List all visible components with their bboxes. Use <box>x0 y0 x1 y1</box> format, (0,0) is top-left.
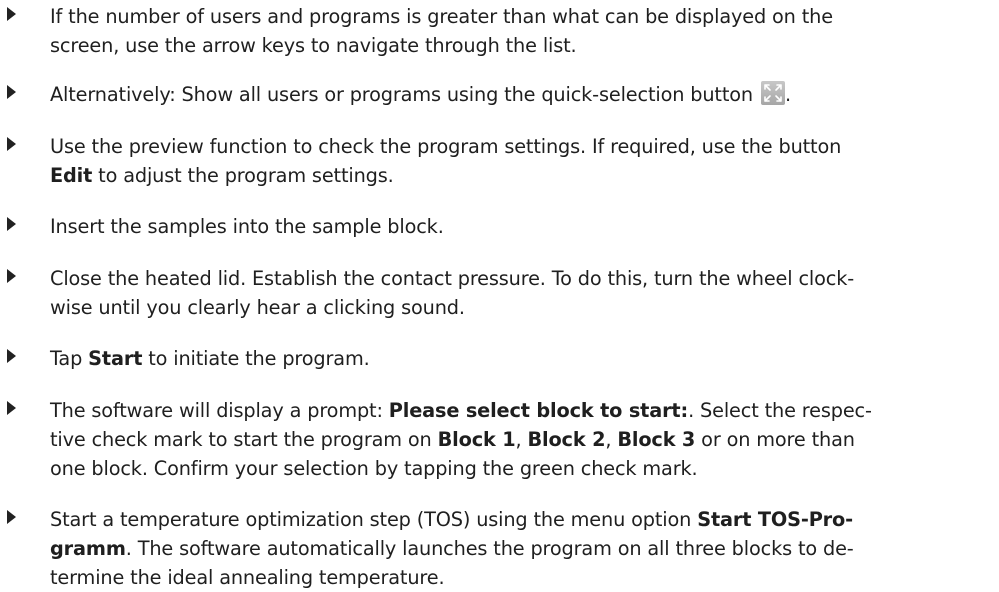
text-run-bold: Block 3 <box>617 428 696 451</box>
text-line: tive check mark to start the program on … <box>50 425 990 454</box>
text-run: termine the ideal annealing temperature. <box>50 566 445 589</box>
step-text: Alternatively: Show all users or program… <box>50 80 990 109</box>
text-run: , <box>605 428 618 451</box>
text-line: Insert the samples into the sample block… <box>50 212 990 241</box>
triangle-bullet-icon <box>7 217 16 231</box>
text-run: to adjust the program settings. <box>92 164 394 187</box>
text-run: Alternatively: Show all users or program… <box>50 83 759 106</box>
text-run: one block. Confirm your selection by tap… <box>50 457 698 480</box>
text-line: If the number of users and programs is g… <box>50 2 990 31</box>
text-run: . Select the respec- <box>688 399 872 422</box>
text-line: Start a temperature optimization step (T… <box>50 505 990 534</box>
step-text: Use the preview function to check the pr… <box>50 132 990 190</box>
text-run: Close the heated lid. Establish the cont… <box>50 267 855 290</box>
text-run: wise until you clearly hear a clicking s… <box>50 296 465 319</box>
step-text: If the number of users and programs is g… <box>50 2 990 60</box>
triangle-bullet-icon <box>7 7 16 21</box>
text-line: wise until you clearly hear a clicking s… <box>50 293 990 322</box>
triangle-bullet-icon <box>7 510 16 524</box>
text-run: If the number of users and programs is g… <box>50 5 833 28</box>
text-line: one block. Confirm your selection by tap… <box>50 454 990 483</box>
quick-selection-icon <box>760 81 785 105</box>
text-run: screen, use the arrow keys to navigate t… <box>50 34 577 57</box>
text-run-bold: gramm <box>50 537 126 560</box>
text-run: Use the preview function to check the pr… <box>50 135 842 158</box>
text-run: Insert the samples into the sample block… <box>50 215 444 238</box>
instruction-page: If the number of users and programs is g… <box>0 0 999 590</box>
step-text: The software will display a prompt: Plea… <box>50 396 990 483</box>
text-run: . <box>784 83 791 106</box>
text-run: Start a temperature optimization step (T… <box>50 508 698 531</box>
text-run-bold: Start <box>88 347 143 370</box>
text-run: or on more than <box>695 428 855 451</box>
text-line: The software will display a prompt: Plea… <box>50 396 990 425</box>
text-line: termine the ideal annealing temperature. <box>50 563 990 592</box>
triangle-bullet-icon <box>7 401 16 415</box>
text-run: Tap <box>50 347 89 370</box>
text-line: Alternatively: Show all users or program… <box>50 80 990 109</box>
triangle-bullet-icon <box>7 269 16 283</box>
text-run-bold: Start TOS-Pro- <box>697 508 853 531</box>
text-line: Close the heated lid. Establish the cont… <box>50 264 990 293</box>
text-run-bold: Block 2 <box>527 428 606 451</box>
text-run-bold: Block 1 <box>437 428 516 451</box>
text-run: , <box>515 428 528 451</box>
step-text: Close the heated lid. Establish the cont… <box>50 264 990 322</box>
text-line: Edit to adjust the program settings. <box>50 161 990 190</box>
step-text: Insert the samples into the sample block… <box>50 212 990 241</box>
text-run-bold: Please select block to start: <box>388 399 689 422</box>
text-line: gramm. The software automatically launch… <box>50 534 990 563</box>
step-text: Tap Start to initiate the program. <box>50 344 990 373</box>
text-run: to initiate the program. <box>142 347 370 370</box>
triangle-bullet-icon <box>7 349 16 363</box>
text-run: tive check mark to start the program on <box>50 428 438 451</box>
text-run: The software will display a prompt: <box>50 399 389 422</box>
step-text: Start a temperature optimization step (T… <box>50 505 990 592</box>
text-run: . The software automatically launches th… <box>125 537 854 560</box>
text-line: Use the preview function to check the pr… <box>50 132 990 161</box>
text-line: screen, use the arrow keys to navigate t… <box>50 31 990 60</box>
text-line: Tap Start to initiate the program. <box>50 344 990 373</box>
text-run-bold: Edit <box>50 164 93 187</box>
triangle-bullet-icon <box>7 137 16 151</box>
triangle-bullet-icon <box>7 85 16 99</box>
